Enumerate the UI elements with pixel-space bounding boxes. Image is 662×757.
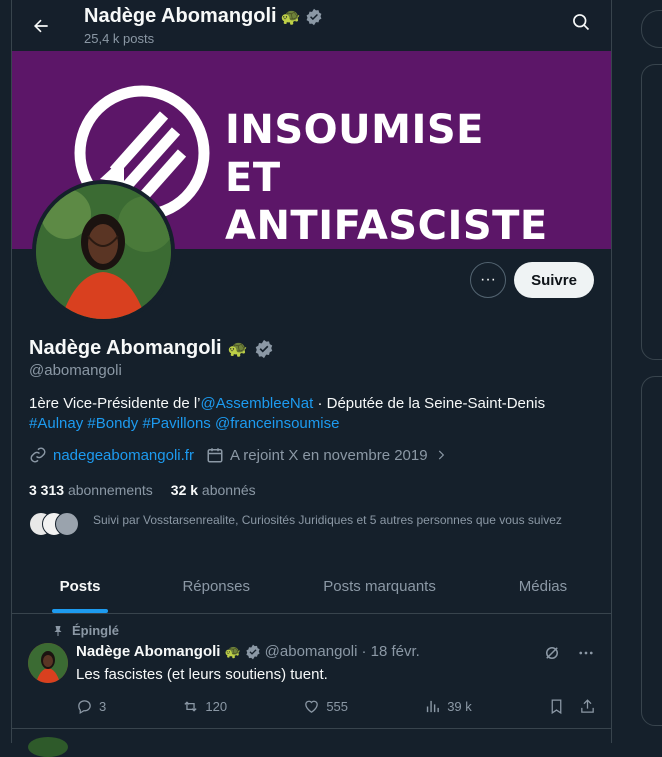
tweet-top-actions — [543, 644, 595, 662]
tab-media[interactable]: Médias — [475, 560, 611, 613]
like-count: 555 — [326, 699, 349, 714]
share-icon[interactable] — [579, 698, 596, 715]
pinned-indicator: Épinglé — [52, 623, 119, 638]
banner-slogan: INSOUMISE ET ANTIFASCISTE — [225, 106, 611, 250]
arrow-left-icon — [34, 19, 48, 33]
search-button[interactable] — [571, 12, 591, 37]
website-link[interactable]: nadegeabomangoli.fr — [53, 447, 194, 464]
sidebar-panel — [641, 64, 662, 360]
like-button[interactable]: 555 — [303, 698, 348, 715]
tweet-avatar[interactable] — [28, 643, 68, 683]
right-sidebar — [641, 0, 662, 743]
tweet-text: Les fascistes (et leurs soutiens) tuent. — [76, 666, 328, 683]
banner-line-2: ET ANTIFASCISTE — [225, 155, 548, 249]
profile-meta: nadegeabomangoli.fr A rejoint X en novem… — [29, 446, 448, 464]
repost-count: 120 — [205, 699, 228, 714]
more-options-icon: ··· — [480, 271, 496, 288]
following-label: abonnements — [67, 482, 153, 498]
share-group — [548, 698, 596, 715]
tab-posts[interactable]: Posts — [12, 560, 148, 613]
followed-by[interactable]: Suivi par Vosstarsenrealite, Curiosités … — [29, 512, 589, 536]
profile-name-text: Nadège Abomangoli — [29, 337, 222, 359]
pinned-label: Épinglé — [72, 623, 119, 638]
search-icon — [573, 14, 590, 31]
bookmark-icon[interactable] — [548, 698, 565, 715]
tweet-header: Nadège Abomangoli 🐢 @abomangoli · 18 fév… — [76, 643, 596, 660]
pinned-tweet[interactable]: Épinglé Nadège Abomangoli 🐢 @abomangoli … — [12, 614, 611, 729]
reply-button[interactable]: 3 — [76, 698, 106, 715]
more-icon[interactable] — [577, 644, 595, 662]
follow-button[interactable]: Suivre — [514, 262, 594, 298]
repost-button[interactable]: 120 — [182, 698, 227, 715]
calendar-icon — [207, 448, 223, 463]
verified-badge-icon[interactable] — [254, 339, 274, 359]
follow-stats: 3 313 abonnements 32 k abonnés — [29, 482, 256, 498]
tweet-date[interactable]: · 18 févr. — [361, 643, 419, 660]
tweet-avatar-photo — [28, 643, 68, 683]
profile-tabs: Posts Réponses Posts marquants Médias — [12, 560, 611, 614]
turtle-emoji-icon: 🐢 — [227, 340, 248, 358]
profile-bio: 1ère Vice-Présidente de l’@AssembleeNat … — [29, 394, 589, 434]
profile-handle: @abomangoli — [29, 362, 122, 379]
following-stat[interactable]: 3 313 abonnements — [29, 482, 153, 498]
tab-replies[interactable]: Réponses — [148, 560, 284, 613]
top-bar: Nadège Abomangoli 🐢 25,4 k posts — [12, 0, 611, 51]
tweet-actions: 3 120 555 39 k — [76, 698, 596, 715]
back-button[interactable] — [26, 11, 56, 41]
turtle-emoji-icon: 🐢 — [224, 643, 241, 659]
chevron-right-icon[interactable] — [434, 448, 448, 462]
reply-count: 3 — [99, 699, 107, 714]
repost-icon — [184, 701, 198, 712]
follower-avatars — [29, 512, 83, 536]
joined-date: A rejoint X en novembre 2019 — [229, 446, 428, 464]
tab-highlights[interactable]: Posts marquants — [284, 560, 475, 613]
pin-icon — [54, 625, 62, 636]
sidebar-search-input[interactable] — [641, 10, 662, 48]
profile-name: Nadège Abomangoli 🐢 — [29, 337, 274, 360]
link-icon — [30, 447, 46, 463]
profile-avatar[interactable] — [32, 180, 175, 323]
follower-avatar — [55, 512, 79, 536]
verified-badge-icon — [246, 644, 260, 659]
bio-text: · Députée de la Seine-Saint-Denis — [313, 395, 546, 412]
following-count: 3 313 — [29, 482, 65, 498]
followers-count: 32 k — [170, 482, 199, 498]
banner-line-1: INSOUMISE — [225, 107, 484, 153]
tweet-author-name[interactable]: Nadège Abomangoli — [76, 643, 220, 660]
views-count: 39 k — [447, 699, 472, 714]
posts-count: 25,4 k posts — [84, 31, 155, 46]
hashtag-link[interactable]: #Bondy — [87, 415, 138, 432]
hashtag-link[interactable]: #Pavillons — [142, 415, 210, 432]
next-tweet-avatar[interactable] — [28, 737, 68, 757]
header-name: Nadège Abomangoli 🐢 — [84, 5, 323, 28]
sidebar-panel — [641, 376, 662, 726]
heart-icon — [305, 700, 319, 713]
profile-column: Nadège Abomangoli 🐢 25,4 k posts INSOUMI… — [11, 0, 612, 757]
tweet-author-handle[interactable]: @abomangoli — [265, 643, 358, 660]
analytics-icon — [427, 700, 440, 713]
followers-label: abonnés — [201, 482, 256, 498]
bio-text: 1ère Vice-Présidente de l’ — [29, 395, 201, 412]
mention-link[interactable]: @AssembleeNat — [201, 395, 314, 412]
views-button[interactable]: 39 k — [424, 698, 472, 715]
more-options-button[interactable]: ··· — [470, 262, 506, 298]
mention-link[interactable]: @franceinsoumise — [215, 415, 339, 432]
followed-by-text: Suivi par Vosstarsenrealite, Curiosités … — [93, 513, 562, 527]
hashtag-link[interactable]: #Aulnay — [29, 415, 83, 432]
verified-badge-icon — [306, 8, 321, 25]
header-name-text: Nadège Abomangoli — [84, 5, 277, 27]
followers-stat[interactable]: 32 k abonnés — [171, 482, 256, 498]
avatar-photo — [36, 184, 171, 319]
turtle-emoji-icon: 🐢 — [280, 8, 301, 26]
reply-icon — [78, 700, 91, 715]
grok-icon[interactable] — [543, 644, 561, 662]
